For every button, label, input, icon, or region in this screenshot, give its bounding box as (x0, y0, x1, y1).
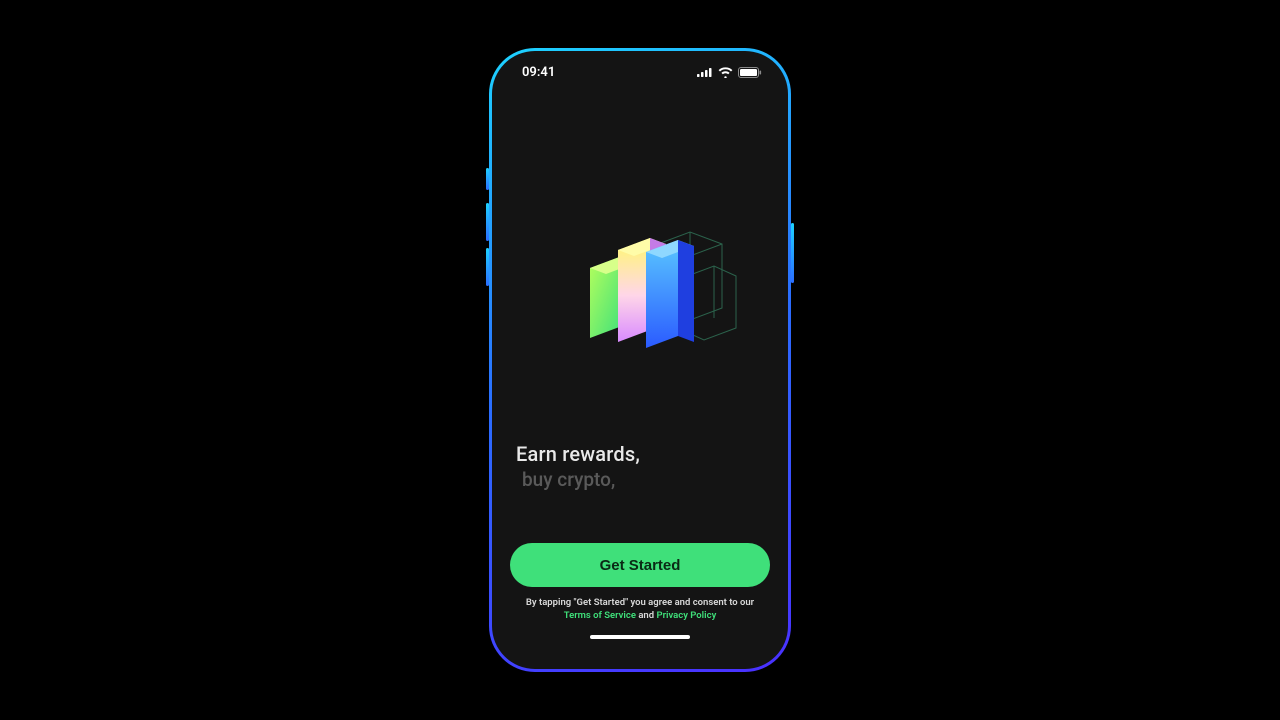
phone-side-button (486, 203, 489, 241)
tagline-primary: Earn rewards, (516, 442, 764, 466)
legal-prefix: By tapping "Get Started" you agree and c… (526, 597, 754, 608)
hero-illustration (510, 133, 770, 442)
battery-icon (738, 67, 762, 78)
tagline-secondary: buy crypto, (516, 468, 764, 491)
onboarding-content: Earn rewards, buy crypto, Get Started By… (492, 93, 788, 669)
get-started-button[interactable]: Get Started (510, 543, 770, 587)
privacy-policy-link[interactable]: Privacy Policy (656, 610, 716, 621)
phone-side-button (486, 248, 489, 286)
wifi-icon (718, 67, 733, 78)
status-icons (697, 67, 762, 78)
home-indicator[interactable] (590, 635, 690, 639)
phone-screen: 09:41 (492, 51, 788, 669)
legal-text: By tapping "Get Started" you agree and c… (510, 597, 770, 623)
legal-and: and (638, 610, 654, 621)
status-bar: 09:41 (492, 51, 788, 93)
phone-frame: 09:41 (489, 48, 791, 672)
status-time: 09:41 (522, 65, 555, 80)
bars-3d-icon (540, 208, 740, 368)
signal-icon (697, 67, 713, 77)
tagline-block: Earn rewards, buy crypto, (510, 442, 770, 491)
phone-side-button (791, 223, 794, 283)
phone-side-button (486, 168, 489, 190)
terms-of-service-link[interactable]: Terms of Service (564, 610, 636, 621)
